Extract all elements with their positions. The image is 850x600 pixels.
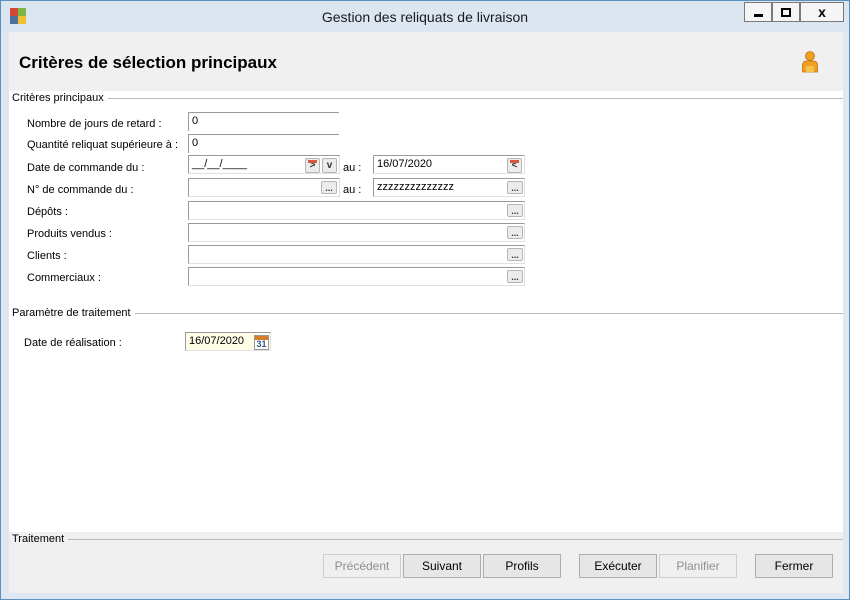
next-date-button[interactable]: > [305,158,320,173]
order-date-from-label: Date de commande du : [27,162,145,174]
page-title: Critères de sélection principaux [19,53,277,72]
sales-reps-browse-button[interactable]: ... [507,270,523,283]
products-sold-input[interactable] [188,223,525,242]
clients-input[interactable] [188,245,525,264]
sales-reps-input[interactable] [188,267,525,286]
execute-button[interactable]: Exécuter [579,554,657,578]
depots-browse-button[interactable]: ... [507,204,523,217]
products-sold-browse-button[interactable]: ... [507,226,523,239]
main-window: Gestion des reliquats de livraison x Cri… [0,0,850,600]
group-processing-label: Traitement [12,533,69,545]
depots-label: Dépôts : [27,206,68,218]
realization-date-label: Date de réalisation : [24,337,122,349]
title-bar[interactable]: Gestion des reliquats de livraison x [1,1,849,32]
order-date-to-label: au : [343,162,362,174]
minimize-button[interactable] [744,2,772,22]
products-sold-label: Produits vendus : [27,228,112,240]
close-button[interactable]: Fermer [755,554,833,578]
calendar-icon[interactable]: 31 [254,335,269,350]
group-params-label: Paramètre de traitement [12,307,135,319]
depots-input[interactable] [188,201,525,220]
group-main-divider [12,98,843,99]
close-icon: x [818,4,826,20]
ellipsis-icon: ... [511,272,519,282]
previous-button[interactable]: Précédent [323,554,401,578]
group-params-divider [12,313,843,314]
remaining-qty-label: Quantité reliquat supérieure à : [27,139,179,151]
delay-days-label: Nombre de jours de retard : [27,118,162,130]
user-icon[interactable] [801,51,819,73]
order-number-to-input[interactable]: zzzzzzzzzzzzzz [373,178,525,197]
maximize-button[interactable] [772,2,800,22]
minimize-icon [753,13,763,17]
ellipsis-icon: ... [511,228,519,238]
profiles-button[interactable]: Profils [483,554,561,578]
group-processing-divider [12,539,843,540]
maximize-icon [781,7,791,17]
close-window-button[interactable]: x [800,2,844,22]
order-number-from-label: N° de commande du : [27,184,134,196]
next-button[interactable]: Suivant [403,554,481,578]
date-dropdown-button[interactable]: v [322,158,337,173]
sales-reps-label: Commerciaux : [27,272,101,284]
clients-label: Clients : [27,250,67,262]
order-number-to-label: au : [343,184,362,196]
group-main-label: Critères principaux [12,92,108,104]
ellipsis-icon: ... [511,183,519,193]
ellipsis-icon: ... [325,183,333,193]
previous-date-button[interactable]: < [507,158,522,173]
remaining-qty-input[interactable]: 0 [188,134,339,153]
ellipsis-icon: ... [511,206,519,216]
order-number-from-browse-button[interactable]: ... [321,181,337,194]
order-number-to-browse-button[interactable]: ... [507,181,523,194]
window-title: Gestion des reliquats de livraison [321,9,529,25]
clients-browse-button[interactable]: ... [507,248,523,261]
client-area: Critères de sélection principaux Critère… [9,32,843,593]
delay-days-input[interactable]: 0 [188,112,339,131]
order-number-from-input[interactable] [188,178,340,197]
order-date-to-input[interactable]: 16/07/2020 [373,155,525,174]
schedule-button[interactable]: Planifier [659,554,737,578]
header-band: Critères de sélection principaux [9,32,843,91]
chevron-down-icon: v [326,160,333,171]
ellipsis-icon: ... [511,250,519,260]
